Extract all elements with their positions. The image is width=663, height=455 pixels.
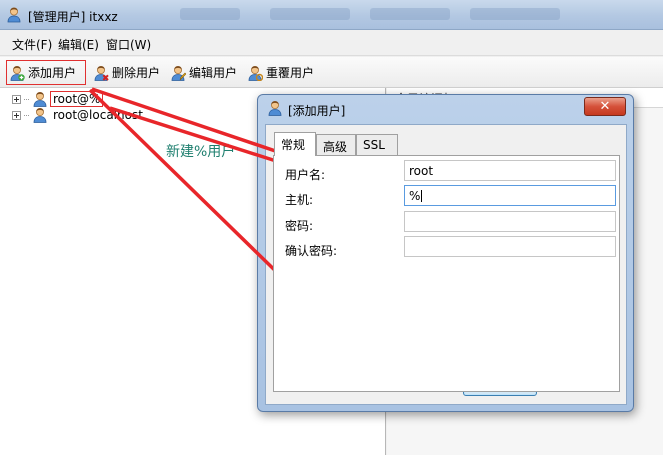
- dialog-body: 常规 高级 SSL 用户名: root 主机: % 密码: 确认密码: 确定: [265, 124, 627, 405]
- delete-user-icon: [93, 65, 109, 81]
- tree-item[interactable]: root@localhost: [12, 106, 145, 124]
- add-user-dialog: [添加用户] ✕ 常规 高级 SSL 用户名: root 主机: % 密码: 确…: [257, 94, 634, 412]
- user-icon: [32, 107, 48, 123]
- blurred-region: [180, 8, 240, 20]
- add-user-label: 添加用户: [28, 66, 77, 80]
- tab-advanced[interactable]: 高级: [316, 134, 356, 155]
- username-label: 用户名:: [285, 168, 326, 182]
- tab-panel-general: 用户名: root 主机: % 密码: 确认密码:: [273, 155, 620, 392]
- host-label: 主机:: [285, 193, 314, 207]
- tree-item-label: root@localhost: [53, 108, 143, 122]
- password-label: 密码:: [285, 219, 314, 233]
- menu-window[interactable]: 窗口(W): [106, 36, 151, 53]
- reset-user-button[interactable]: 重覆用户: [244, 60, 317, 85]
- confirm-password-field[interactable]: [404, 236, 616, 257]
- host-field-value: %: [409, 189, 421, 203]
- password-field[interactable]: [404, 211, 616, 232]
- menu-file[interactable]: 文件(F): [12, 36, 52, 53]
- confirm-password-label: 确认密码:: [285, 244, 338, 258]
- blurred-region: [470, 8, 560, 20]
- user-icon: [32, 91, 48, 107]
- toolbar: 添加用户 删除用户 编辑用户 重覆用户: [0, 57, 663, 88]
- dialog-title: [添加用户]: [288, 104, 346, 118]
- expand-icon[interactable]: [12, 94, 21, 104]
- delete-user-button[interactable]: 删除用户: [90, 60, 163, 85]
- tab-ssl[interactable]: SSL: [356, 134, 398, 155]
- menu-edit[interactable]: 编辑(E): [58, 36, 99, 53]
- username-field[interactable]: root: [404, 160, 616, 181]
- tree-connector: [24, 114, 29, 116]
- blurred-region: [370, 8, 450, 20]
- reset-user-label: 重覆用户: [266, 66, 315, 80]
- tree-connector: [24, 98, 29, 100]
- menu-bar: 文件(F) 编辑(E) 窗口(W): [0, 31, 663, 56]
- delete-user-label: 删除用户: [112, 66, 161, 80]
- add-user-icon: [9, 65, 25, 81]
- user-icon: [267, 100, 283, 116]
- edit-user-icon: [170, 65, 186, 81]
- add-user-button[interactable]: 添加用户: [6, 60, 86, 85]
- user-icon: [6, 6, 22, 23]
- text-caret: [421, 190, 423, 202]
- host-field[interactable]: %: [404, 185, 616, 206]
- expand-icon[interactable]: [12, 110, 21, 120]
- tree-item-label: root@%: [49, 91, 104, 107]
- edit-user-label: 编辑用户: [189, 66, 238, 80]
- window-titlebar: [管理用户] itxxz: [0, 0, 663, 30]
- tab-general[interactable]: 常规: [274, 132, 316, 156]
- window-title: [管理用户] itxxz: [28, 10, 118, 24]
- annotation-text: 新建%用户: [166, 144, 236, 160]
- close-button[interactable]: ✕: [584, 97, 626, 116]
- edit-user-button[interactable]: 编辑用户: [167, 60, 240, 85]
- reset-user-icon: [247, 65, 263, 81]
- blurred-region: [270, 8, 350, 20]
